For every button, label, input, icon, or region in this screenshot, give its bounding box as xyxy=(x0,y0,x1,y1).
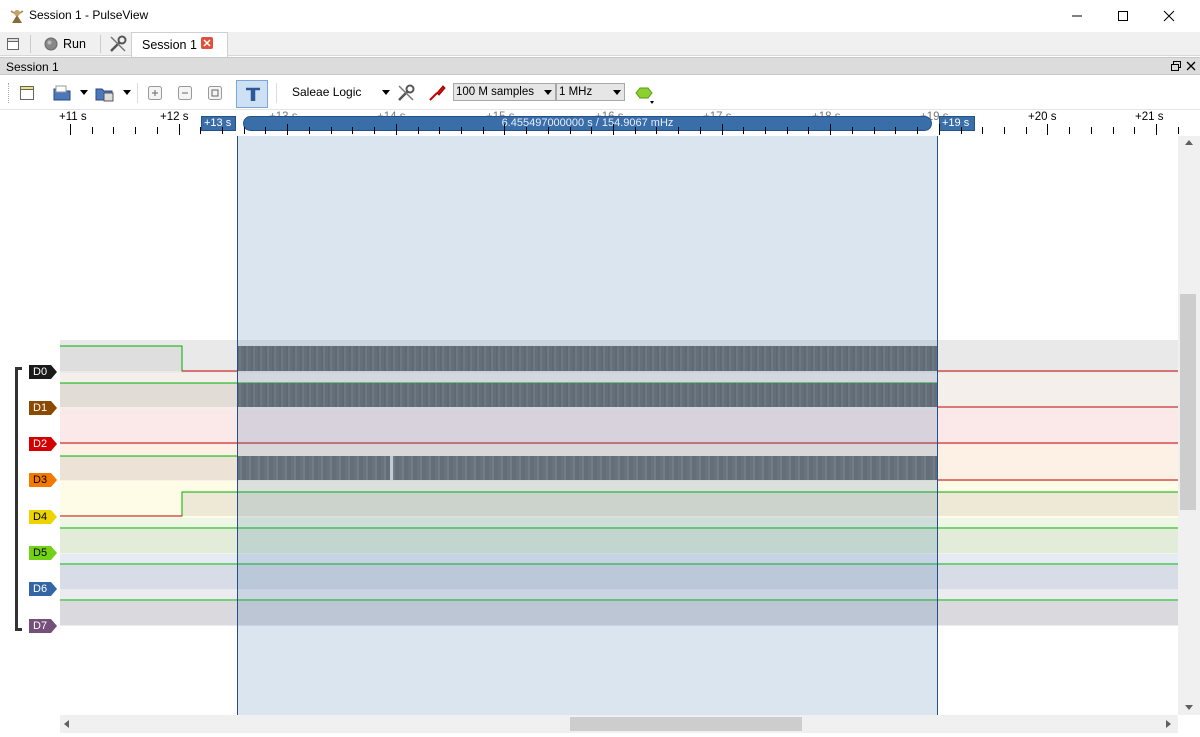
cursor-selection-region[interactable] xyxy=(237,136,938,715)
scroll-up-icon[interactable] xyxy=(1185,140,1193,145)
signal-label-d6[interactable]: D6 xyxy=(29,582,57,596)
signal-label-d3[interactable]: D3 xyxy=(29,473,57,487)
channel-group-bracket[interactable] xyxy=(15,367,22,631)
signal-label-d1[interactable]: D1 xyxy=(29,401,57,415)
horizontal-scroll-thumb[interactable] xyxy=(570,717,802,731)
horizontal-scrollbar[interactable] xyxy=(60,715,1178,733)
scroll-left-icon[interactable] xyxy=(64,720,69,728)
signal-label-d4[interactable]: D4 xyxy=(29,510,57,524)
signal-label-d2[interactable]: D2 xyxy=(29,437,57,451)
scroll-down-icon[interactable] xyxy=(1185,705,1193,710)
vertical-scroll-thumb[interactable] xyxy=(1180,294,1196,510)
scroll-right-icon[interactable] xyxy=(1166,720,1171,728)
vertical-scrollbar[interactable] xyxy=(1178,136,1200,715)
signal-label-d0[interactable]: D0 xyxy=(29,365,57,379)
signal-label-d7[interactable]: D7 xyxy=(29,619,57,633)
signal-label-d5[interactable]: D5 xyxy=(29,546,57,560)
